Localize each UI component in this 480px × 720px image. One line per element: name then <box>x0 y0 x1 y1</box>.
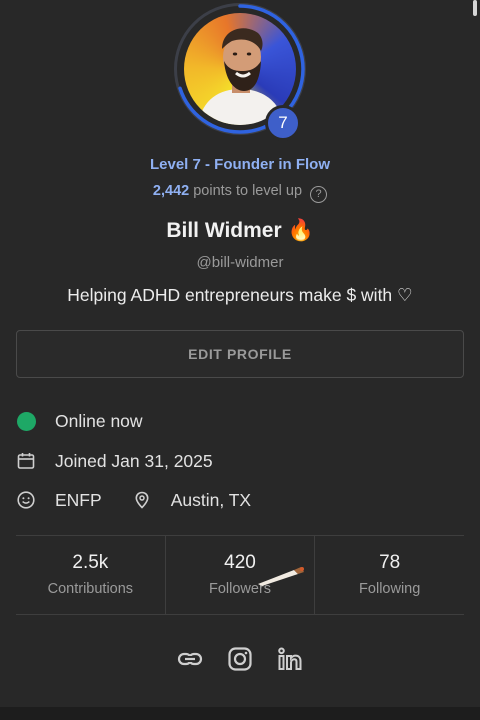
display-name: Bill Widmer 🔥 <box>0 219 480 243</box>
online-status-row: Online now <box>16 409 143 433</box>
location-text: Austin, TX <box>170 489 252 510</box>
linkedin-icon[interactable] <box>277 646 303 672</box>
stats-bar: 2.5k Contributions 420 Followers 78 Foll… <box>16 536 464 614</box>
points-to-level-up: 2,442 points to level up ? <box>0 183 480 203</box>
stat-label: Following <box>359 581 421 597</box>
scrollbar[interactable] <box>473 0 477 16</box>
level-badge: 7 <box>265 105 301 141</box>
stat-label: Contributions <box>47 581 134 597</box>
edit-profile-label: EDIT PROFILE <box>188 346 292 362</box>
stat-followers[interactable]: 420 Followers <box>164 536 315 614</box>
points-number: 2,442 <box>152 183 190 199</box>
online-status-text: Online now <box>55 410 143 431</box>
avatar-container[interactable]: 7 <box>174 3 306 141</box>
stat-contributions[interactable]: 2.5k Contributions <box>16 536 165 614</box>
stat-following[interactable]: 78 Following <box>314 536 464 614</box>
stat-value: 2.5k <box>72 552 109 573</box>
personality-location-row: ENFP Austin, TX <box>16 488 251 512</box>
instagram-icon[interactable] <box>227 646 253 672</box>
username-handle: @bill-widmer <box>196 254 284 271</box>
level-title[interactable]: Level 7 - Founder in Flow <box>0 156 480 173</box>
edit-profile-button[interactable]: EDIT PROFILE <box>16 330 464 378</box>
personality-type-text: ENFP <box>55 489 102 510</box>
points-suffix: points to level up <box>193 183 303 199</box>
joined-row: Joined Jan 31, 2025 <box>16 449 213 473</box>
calendar-icon <box>17 453 35 469</box>
link-icon[interactable] <box>177 646 203 672</box>
rolled-joint-icon <box>257 567 304 586</box>
online-status-dot <box>17 411 36 431</box>
profile-page: 7 Level 7 - Founder in Flow 2,442 points… <box>0 0 480 720</box>
bottom-bar <box>0 707 480 720</box>
social-links <box>0 646 480 672</box>
stat-value: 78 <box>379 552 401 573</box>
bio-text: Helping ADHD entrepreneurs make $ with ♡ <box>67 285 413 305</box>
joined-date-text: Joined Jan 31, 2025 <box>55 450 213 471</box>
help-circle-icon[interactable]: ? <box>310 186 328 203</box>
stats-bottom-divider <box>16 614 464 615</box>
level-badge-number: 7 <box>278 113 288 132</box>
smiley-icon <box>17 491 35 509</box>
fire-emoji: 🔥 <box>287 219 314 242</box>
display-name-text: Bill Widmer <box>166 219 282 242</box>
location-pin-icon <box>135 491 149 509</box>
